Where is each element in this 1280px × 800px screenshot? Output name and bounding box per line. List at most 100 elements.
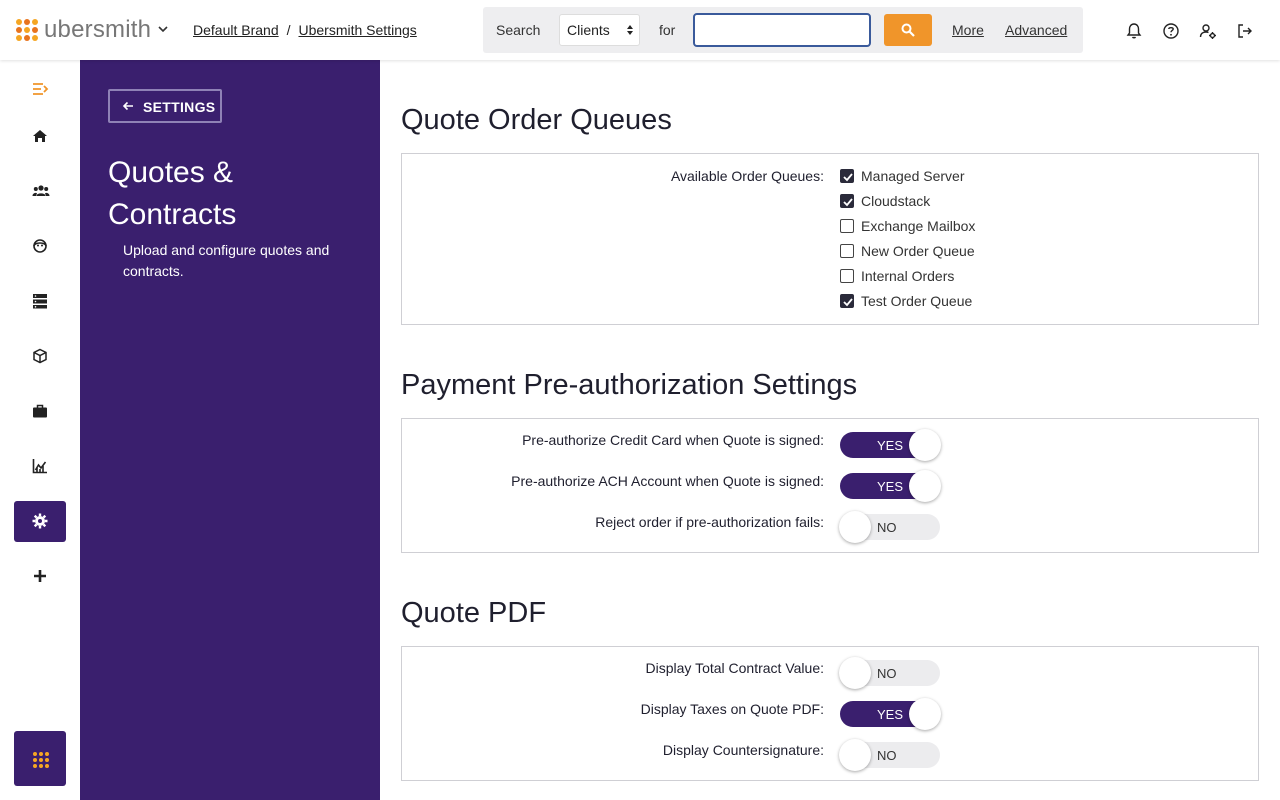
available-queues-label: Available Order Queues: xyxy=(670,168,824,184)
queue-option[interactable]: Internal Orders xyxy=(840,268,954,284)
briefcase-icon xyxy=(33,404,47,418)
search-label: Search xyxy=(496,22,541,38)
toggle-state: YES xyxy=(877,479,904,494)
help-icon[interactable] xyxy=(1162,22,1180,40)
nav-support[interactable] xyxy=(14,226,66,267)
nav-clients[interactable] xyxy=(14,171,66,212)
checkbox[interactable] xyxy=(840,219,854,233)
checkbox[interactable] xyxy=(840,244,854,258)
queue-option-label: Test Order Queue xyxy=(861,293,973,309)
toggle-state: NO xyxy=(877,520,897,535)
toggle-state: NO xyxy=(877,666,897,681)
left-nav xyxy=(0,60,80,800)
queue-option-label: Exchange Mailbox xyxy=(861,218,976,234)
clients-icon xyxy=(32,185,50,196)
page-title: Quotes & Contracts xyxy=(108,156,237,231)
products-icon xyxy=(33,348,47,364)
checkbox[interactable] xyxy=(840,169,854,183)
nav-reports[interactable] xyxy=(14,446,66,487)
checkmark-icon xyxy=(843,198,853,207)
toggle-knob xyxy=(909,470,941,502)
main-content: Quote Order Queues Available Order Queue… xyxy=(380,60,1280,800)
toggle-knob xyxy=(909,429,941,461)
checkbox[interactable] xyxy=(840,269,854,283)
apps-button[interactable] xyxy=(14,731,66,786)
advanced-search-link[interactable]: Advanced xyxy=(1005,22,1067,38)
queue-option[interactable]: Test Order Queue xyxy=(840,293,972,309)
checkbox[interactable] xyxy=(840,294,854,308)
apps-grid-icon xyxy=(33,752,49,768)
search-input[interactable] xyxy=(693,13,871,47)
queue-option[interactable]: Managed Server xyxy=(840,168,965,184)
queue-option[interactable]: Exchange Mailbox xyxy=(840,218,975,234)
back-button-label: SETTINGS xyxy=(143,99,216,115)
breadcrumb-brand-link[interactable]: Default Brand xyxy=(193,22,279,38)
checkmark-icon xyxy=(843,298,853,307)
breadcrumb-separator: / xyxy=(286,22,291,38)
more-search-link[interactable]: More xyxy=(952,22,984,38)
toggle-knob xyxy=(909,698,941,730)
queue-option[interactable]: New Order Queue xyxy=(840,243,975,259)
top-bar: ubersmith Default Brand / Ubersmith Sett… xyxy=(0,0,1280,60)
nav-business[interactable] xyxy=(14,391,66,432)
settings-icon xyxy=(32,513,48,529)
toggle-state: NO xyxy=(877,748,897,763)
display-taxes-toggle[interactable]: YES xyxy=(840,698,941,730)
breadcrumb-settings-link[interactable]: Ubersmith Settings xyxy=(299,22,417,38)
display-taxes-label: Display Taxes on Quote PDF: xyxy=(640,701,824,717)
nav-add[interactable] xyxy=(14,556,66,597)
back-to-settings-button[interactable]: SETTINGS xyxy=(108,89,222,123)
search-button[interactable] xyxy=(884,14,932,46)
preauth-ach-toggle[interactable]: YES xyxy=(840,470,941,502)
reports-icon xyxy=(32,459,47,474)
user-settings-icon[interactable] xyxy=(1199,22,1217,40)
preauth-cc-toggle[interactable]: YES xyxy=(840,429,941,461)
page-description: Upload and configure quotes and contract… xyxy=(123,242,330,279)
for-label: for xyxy=(659,22,676,38)
section-title-quote-pdf: Quote PDF xyxy=(401,597,547,629)
home-icon xyxy=(33,130,47,142)
search-scope-select[interactable]: Clients xyxy=(559,14,640,46)
logo-mark-icon xyxy=(16,19,38,41)
search-bar: Search Clients for More Advanced xyxy=(483,7,1083,53)
toggle-knob xyxy=(839,739,871,771)
bell-icon[interactable] xyxy=(1125,22,1143,40)
toggle-state: YES xyxy=(877,707,904,722)
add-icon xyxy=(34,570,46,582)
queue-option[interactable]: Cloudstack xyxy=(840,193,930,209)
search-scope-value: Clients xyxy=(567,22,610,38)
toggle-knob xyxy=(839,511,871,543)
queue-option-label: Internal Orders xyxy=(861,268,955,284)
section-title-preauth: Payment Pre-authorization Settings xyxy=(401,369,858,401)
devices-icon xyxy=(33,294,47,309)
logo-text: ubersmith xyxy=(44,16,152,43)
queue-option-label: New Order Queue xyxy=(861,243,975,259)
preauth-ach-label: Pre-authorize ACH Account when Quote is … xyxy=(511,473,824,489)
toggle-state: YES xyxy=(877,438,904,453)
order-queues-box: Available Order Queues: Managed Server C… xyxy=(401,153,1259,325)
checkmark-icon xyxy=(843,173,853,182)
toggle-knob xyxy=(839,657,871,689)
nav-devices[interactable] xyxy=(14,281,66,322)
reject-order-toggle[interactable]: NO xyxy=(839,511,940,543)
checkbox[interactable] xyxy=(840,194,854,208)
chevron-down-icon[interactable] xyxy=(156,22,170,36)
select-arrows-icon xyxy=(627,25,633,35)
countersignature-toggle[interactable]: NO xyxy=(839,739,940,771)
nav-products[interactable] xyxy=(14,336,66,377)
queue-option-label: Cloudstack xyxy=(861,193,931,209)
countersignature-label: Display Countersignature: xyxy=(662,742,824,758)
logo[interactable]: ubersmith xyxy=(16,18,151,42)
total-contract-toggle[interactable]: NO xyxy=(839,657,940,689)
nav-menu-toggle[interactable] xyxy=(14,69,66,110)
support-icon xyxy=(33,239,47,253)
preauth-box: Pre-authorize Credit Card when Quote is … xyxy=(401,418,1259,553)
settings-side-panel: SETTINGS Quotes & Contracts Upload and c… xyxy=(80,60,380,800)
logout-icon[interactable] xyxy=(1236,22,1254,40)
arrow-left-icon xyxy=(122,101,133,111)
total-contract-label: Display Total Contract Value: xyxy=(645,660,824,676)
section-title-order-queues: Quote Order Queues xyxy=(401,104,672,136)
nav-settings[interactable] xyxy=(14,501,66,542)
preauth-cc-label: Pre-authorize Credit Card when Quote is … xyxy=(522,432,824,448)
nav-home[interactable] xyxy=(14,116,66,157)
